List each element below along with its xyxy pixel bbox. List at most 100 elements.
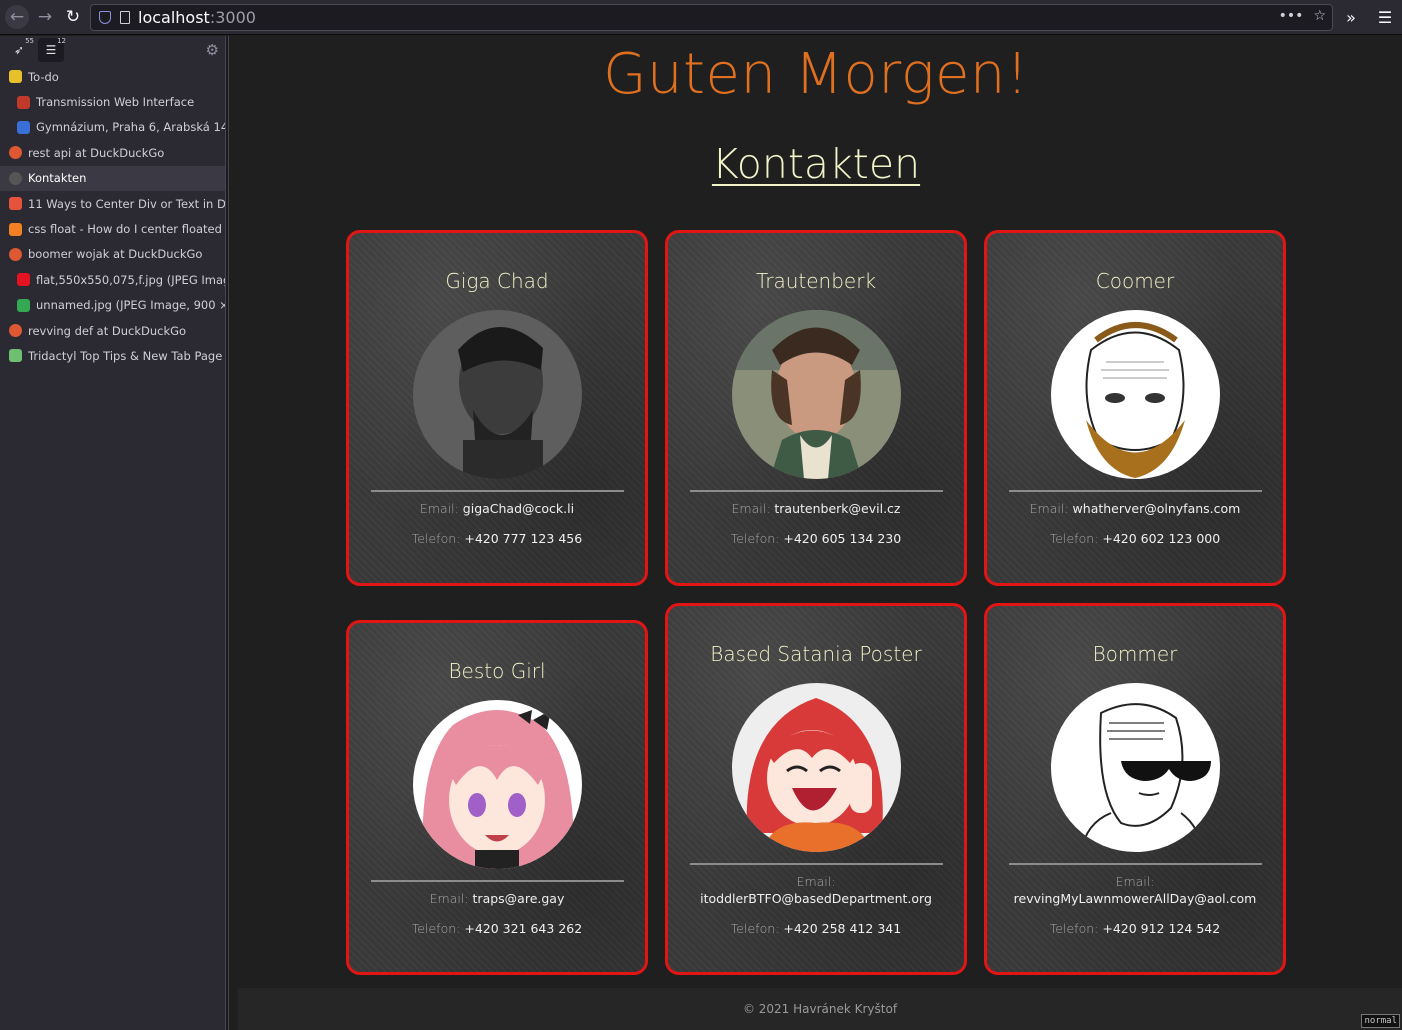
hamburger-menu-icon[interactable]: ☰ xyxy=(1368,8,1402,27)
email-label: Email: xyxy=(796,874,836,889)
contact-card: Bommer Email: revvingMyLawnmowerAllDay@aol… xyxy=(984,603,1286,975)
email-label: Email: xyxy=(731,501,771,516)
sidebar-tab-item[interactable]: unnamed.jpg (JPEG Image, 900 × xyxy=(0,293,225,318)
sidebar-tab-label: Tridactyl Top Tips & New Tab Page xyxy=(28,348,223,363)
sidebar-tab-label: rest api at DuckDuckGo xyxy=(28,145,165,160)
mode-indicator: normal xyxy=(1361,1014,1400,1028)
card-divider xyxy=(1009,863,1262,865)
page-icon xyxy=(120,11,130,24)
sidebar-tab-item[interactable]: 11 Ways to Center Div or Text in Div xyxy=(0,191,225,216)
email-label: Email: xyxy=(419,501,459,516)
contact-email-row: Email: traps@are.gay xyxy=(349,890,645,907)
sidebar-tab-item[interactable]: Tridactyl Top Tips & New Tab Page xyxy=(0,343,225,368)
contact-name: Giga Chad xyxy=(445,269,549,293)
reload-icon[interactable]: ↻ xyxy=(61,5,85,29)
favicon-icon xyxy=(9,197,22,211)
contact-card: Trautenberk Email: trautenberk@evil.cz Tel… xyxy=(665,230,967,586)
contact-name: Based Satania Poster xyxy=(710,642,922,666)
sidebar-tab-label: css float - How do I center floated e xyxy=(28,222,225,237)
contact-email: revvingMyLawnmowerAllDay@aol.com xyxy=(1013,891,1257,906)
bookmark-star-icon[interactable]: ☆ xyxy=(1313,8,1326,24)
section-title-text: Kontakten xyxy=(711,140,921,188)
card-divider xyxy=(371,880,624,882)
browser-toolbar: ← → ↻ localhost:3000 ••• ☆ » ☰ xyxy=(0,0,1402,35)
phone-label: Telefon: xyxy=(1049,531,1099,546)
sidebar-header: ➶ 55 ☰ 12 ⚙ xyxy=(0,36,225,64)
sidebar-tab-item[interactable]: boomer wojak at DuckDuckGo xyxy=(0,242,225,267)
tab-tree-list: To-do Transmission Web Interface Gymnázium… xyxy=(0,64,225,369)
sidebar-tab-item[interactable]: css float - How do I center floated e xyxy=(0,216,225,241)
url-bar[interactable]: localhost:3000 ••• ☆ xyxy=(90,4,1333,31)
copyright-text: © 2021 Havránek Kryštof xyxy=(742,1002,898,1016)
page-content: Guten Morgen! Kontakten Giga Chad Email: … xyxy=(230,36,1402,1030)
favicon-icon xyxy=(17,95,30,109)
tab-sidebar: ➶ 55 ☰ 12 ⚙ To-do Transmission Web Interf… xyxy=(0,36,225,1030)
sidebar-tab-notifications[interactable]: ➶ 55 xyxy=(6,37,34,62)
sidebar-tab-label: flat,550x550,075,f.jpg (JPEG Imag xyxy=(36,272,225,287)
sidebar-tab-label: 11 Ways to Center Div or Text in Div xyxy=(28,196,225,211)
email-label: Email: xyxy=(429,891,469,906)
favicon-icon xyxy=(9,324,22,338)
sidebar-tab-item[interactable]: rest api at DuckDuckGo xyxy=(0,140,225,165)
contact-phone: +420 912 124 542 xyxy=(1102,921,1221,936)
contact-phone-row: Telefon: +420 777 123 456 xyxy=(349,531,645,546)
contact-email-row: Email: revvingMyLawnmowerAllDay@aol.com xyxy=(987,873,1283,907)
sidebar-tab-item[interactable]: revving def at DuckDuckGo xyxy=(0,318,225,343)
contact-phone-row: Telefon: +420 912 124 542 xyxy=(987,921,1283,936)
sidebar-tab-item[interactable]: To-do xyxy=(0,64,225,89)
contact-avatar xyxy=(413,700,582,869)
page-footer: © 2021 Havránek Kryštof xyxy=(238,988,1402,1030)
section-title: Kontakten xyxy=(230,140,1402,188)
favicon-icon xyxy=(17,120,30,134)
contact-phone: +420 321 643 262 xyxy=(464,921,583,936)
contact-phone: +420 605 134 230 xyxy=(783,531,902,546)
rocket-icon: ➶ xyxy=(13,43,25,57)
sidebar-tab-item[interactable]: Gymnázium, Praha 6, Arabská 14 xyxy=(0,115,225,140)
contact-name: Bommer xyxy=(1092,642,1178,666)
shield-icon[interactable] xyxy=(99,11,111,24)
back-arrow-icon[interactable]: ← xyxy=(5,5,29,29)
contact-email: itoddlerBTFO@basedDepartment.org xyxy=(700,891,932,906)
contact-email: trautenberk@evil.cz xyxy=(774,501,901,516)
tab-badge: 12 xyxy=(57,37,66,45)
favicon-icon xyxy=(17,298,30,312)
contact-email: traps@are.gay xyxy=(472,891,565,906)
contact-email-row: Email: trautenberk@evil.cz xyxy=(668,500,964,517)
sidebar-tab-tree[interactable]: ☰ 12 xyxy=(38,37,66,62)
contact-email-row: Email: gigaChad@cock.li xyxy=(349,500,645,517)
contact-email-row: Email: itoddlerBTFO@basedDepartment.org xyxy=(668,873,964,907)
favicon-icon xyxy=(9,222,22,236)
sidebar-tab-item[interactable]: Transmission Web Interface xyxy=(0,89,225,114)
card-divider xyxy=(371,490,624,492)
sidebar-tab-label: To-do xyxy=(28,69,59,84)
contact-avatar xyxy=(1051,310,1220,479)
sidebar-tab-item[interactable]: Kontakten xyxy=(0,165,225,191)
sidebar-tab-item[interactable]: flat,550x550,075,f.jpg (JPEG Imag xyxy=(0,267,225,292)
contact-phone-row: Telefon: +420 321 643 262 xyxy=(349,921,645,936)
phone-label: Telefon: xyxy=(1049,921,1099,936)
contact-name: Besto Girl xyxy=(448,659,546,683)
contact-phone: +420 602 123 000 xyxy=(1102,531,1221,546)
contact-phone-row: Telefon: +420 602 123 000 xyxy=(987,531,1283,546)
contact-name: Trautenberk xyxy=(755,269,877,293)
sidebar-tab-label: revving def at DuckDuckGo xyxy=(28,323,187,338)
contact-card: Giga Chad Email: gigaChad@cock.li Telefon:… xyxy=(346,230,648,586)
sidebar-resize-handle[interactable] xyxy=(225,36,229,1030)
forward-arrow-icon[interactable]: → xyxy=(33,5,57,29)
sidebar-tab-label: Kontakten xyxy=(28,171,87,186)
sidebar-tab-label: Transmission Web Interface xyxy=(36,95,195,110)
gear-icon[interactable]: ⚙ xyxy=(206,41,219,59)
page-actions-icon[interactable]: ••• xyxy=(1279,8,1304,24)
favicon-icon xyxy=(9,146,22,160)
contact-phone-row: Telefon: +420 605 134 230 xyxy=(668,531,964,546)
sidebar-tab-label: boomer wojak at DuckDuckGo xyxy=(28,247,203,262)
favicon-icon xyxy=(9,349,22,363)
overflow-chevron-icon[interactable]: » xyxy=(1334,8,1368,27)
contact-name: Coomer xyxy=(1095,269,1175,293)
tab-badge: 55 xyxy=(25,37,34,45)
contact-card: Coomer Email: whatherver@olnyfans.com Tele… xyxy=(984,230,1286,586)
favicon-icon xyxy=(17,273,30,287)
contact-avatar xyxy=(413,310,582,479)
card-divider xyxy=(690,863,943,865)
url-port: :3000 xyxy=(209,8,256,27)
